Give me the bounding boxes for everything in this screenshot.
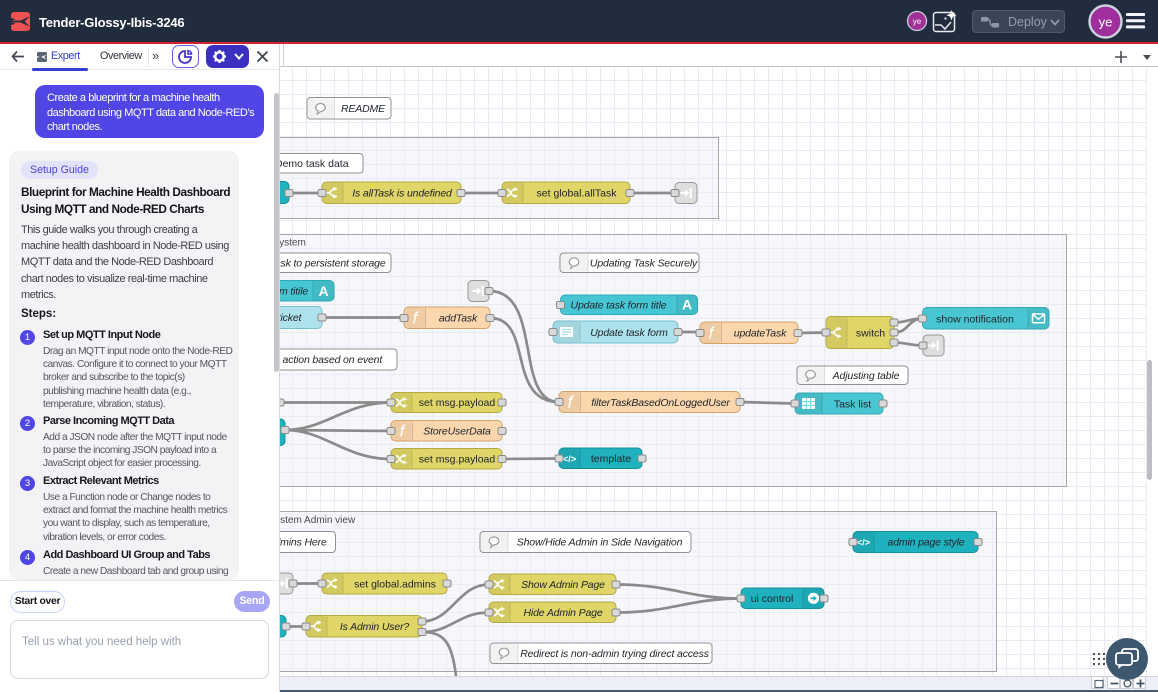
svg-text:addTask: addTask — [439, 313, 478, 325]
svg-text:Add Admins Here: Add Admins Here — [280, 537, 327, 549]
svg-text:Is allTask is undefined: Is allTask is undefined — [352, 187, 453, 199]
svg-text:Show Admin Page: Show Admin Page — [521, 579, 605, 591]
svg-text:Task Management System: Task Management System — [280, 238, 306, 249]
svg-text:Take action based on event: Take action based on event — [280, 354, 383, 366]
svg-text:set global.allTask: set global.allTask — [537, 187, 618, 199]
svg-text:Demo task data: Demo task data — [280, 158, 349, 170]
svg-text:Hide Admin Page: Hide Admin Page — [523, 607, 602, 619]
svg-text:set msg.payload: set msg.payload — [419, 454, 496, 466]
svg-text:Show/Hide Admin in Side Naviga: Show/Hide Admin in Side Navigation — [517, 537, 683, 549]
svg-text:set msg.payload: set msg.payload — [419, 397, 496, 409]
svg-text:show notification: show notification — [936, 313, 1014, 325]
svg-text:Redirect is non-admin trying d: Redirect is non-admin trying direct acce… — [520, 648, 710, 660]
svg-text:switch: switch — [856, 327, 885, 339]
svg-text:updateTask: updateTask — [734, 328, 787, 340]
svg-text:Update task form titile: Update task form titile — [280, 286, 308, 298]
svg-text:admin page style: admin page style — [888, 537, 965, 549]
svg-text:template: template — [591, 453, 631, 465]
svg-text:Updating Task Securely: Updating Task Securely — [590, 258, 698, 270]
svg-text:Update task form: Update task form — [590, 327, 668, 339]
svg-text:ui control: ui control — [751, 593, 794, 605]
svg-text:filterTaskBasedOnLoggedUser: filterTaskBasedOnLoggedUser — [591, 397, 730, 409]
svg-text:Task Management System Admin v: Task Management System Admin view — [280, 515, 356, 526]
svg-text:Task list: Task list — [834, 398, 871, 410]
svg-text:StoreUserData: StoreUserData — [423, 426, 491, 438]
svg-text:README: README — [341, 103, 386, 115]
svg-text:ye: ye — [913, 17, 922, 26]
svg-text:Adjusting table: Adjusting table — [832, 370, 900, 382]
svg-text:ye: ye — [1099, 15, 1113, 30]
svg-text:ticket: ticket — [280, 312, 303, 324]
svg-text:Is Admin User?: Is Admin User? — [340, 621, 410, 633]
svg-text:Update task form title: Update task form title — [571, 300, 667, 312]
svg-text:set global.admins: set global.admins — [354, 578, 436, 590]
svg-text:Save task to persistent storag: Save task to persistent storage — [280, 258, 386, 270]
